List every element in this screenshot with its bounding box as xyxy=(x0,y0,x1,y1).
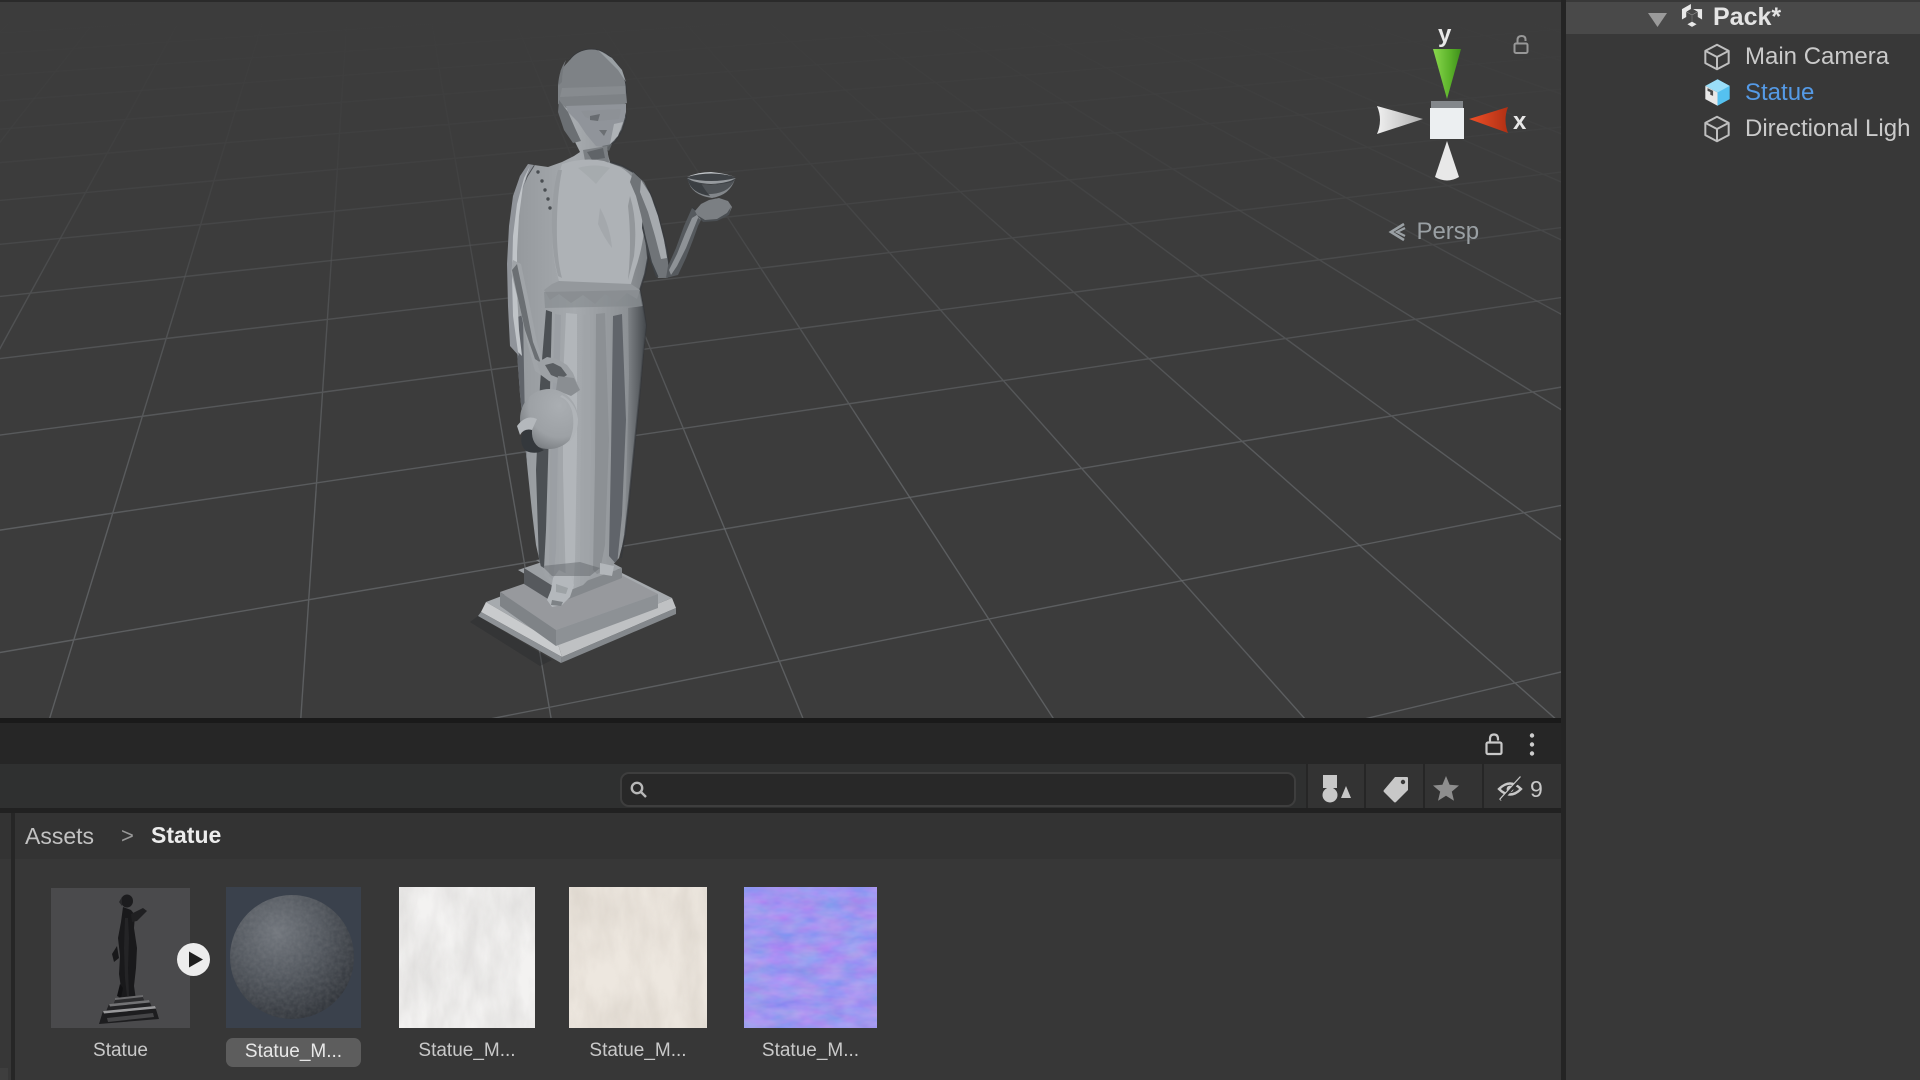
svg-text:x: x xyxy=(1513,108,1527,135)
svg-text:9: 9 xyxy=(1530,776,1543,802)
svg-text:y: y xyxy=(1438,21,1452,48)
